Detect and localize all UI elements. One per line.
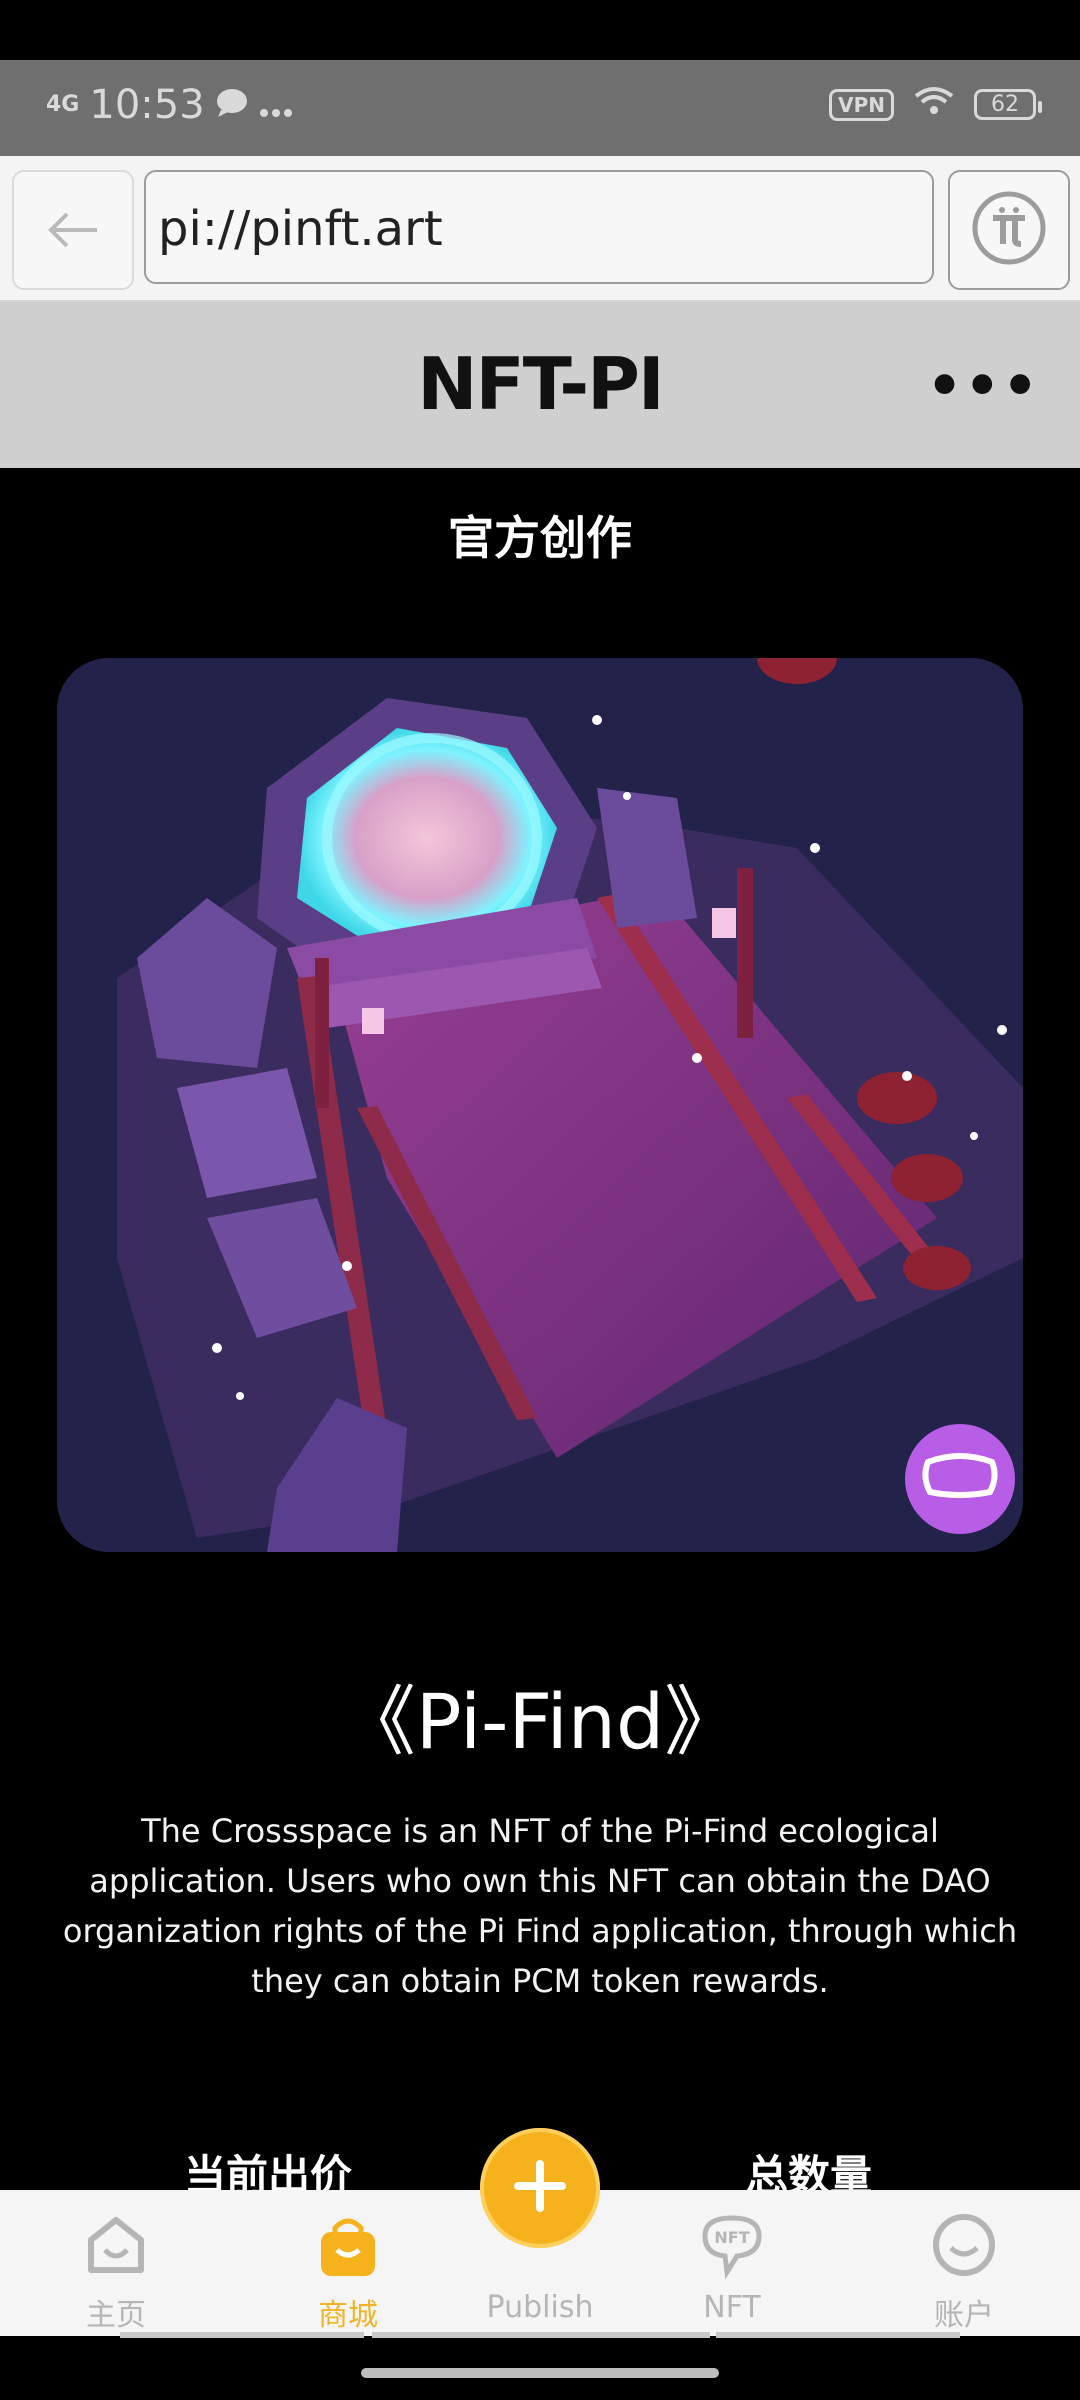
vpn-badge: VPN [829,88,894,121]
section-title: 官方创作 [448,511,632,565]
tab-mall-label: 商城 [318,2298,378,2333]
svg-text:NFT: NFT [714,2228,749,2247]
tab-nft[interactable]: NFT NFT [624,2190,840,2336]
publish-label: Publish [486,2290,594,2325]
account-icon [929,2210,999,2280]
pi-browser-button[interactable] [948,170,1070,290]
status-right: VPN 62 [829,86,1042,123]
battery-icon: 62 [974,89,1042,120]
browser-bar: pi://pinft.art [0,156,1080,302]
nft-title: 《Pi-Find》 [339,1677,741,1766]
back-button[interactable] [12,170,134,290]
app-header: NFT-PI ••• [0,302,1080,468]
tab-home[interactable]: 主页 [8,2190,224,2336]
network-indicator: 4G [46,92,80,117]
tab-account-label: 账户 [934,2298,994,2333]
tab-divider [120,2332,364,2338]
status-bar: 4G 10:53 VPN 62 [0,60,1080,156]
vr-headset-icon [920,1452,1000,1506]
plus-icon [512,2158,568,2218]
status-left: 4G 10:53 [46,82,293,128]
tab-account[interactable]: 账户 [856,2190,1072,2336]
wifi-icon [914,86,954,123]
vr-view-button[interactable] [905,1424,1015,1534]
status-time: 10:53 [89,82,205,128]
nft-description: The Crossspace is an NFT of the Pi-Find … [62,1812,1018,2000]
home-indicator[interactable] [361,2368,719,2378]
more-dots-icon [259,82,293,128]
page-title: NFT-PI [417,342,664,426]
tab-home-label: 主页 [86,2298,146,2333]
back-arrow-icon [45,195,101,265]
home-icon [81,2210,151,2280]
tab-nft-label: NFT [703,2290,761,2325]
chat-bubble-icon [215,82,249,128]
shopping-bag-icon [313,2210,383,2280]
publish-button[interactable] [480,2128,600,2248]
nft-artwork-image[interactable] [57,658,1023,1552]
url-bar[interactable]: pi://pinft.art [144,170,934,284]
pi-logo-icon [971,190,1047,270]
tab-divider [716,2332,960,2338]
nft-artwork-illustration [57,658,1023,1552]
nft-icon: NFT [697,2210,767,2280]
tab-divider [372,2332,710,2338]
more-menu-button[interactable]: ••• [927,354,1040,419]
tab-mall[interactable]: 商城 [240,2190,456,2336]
